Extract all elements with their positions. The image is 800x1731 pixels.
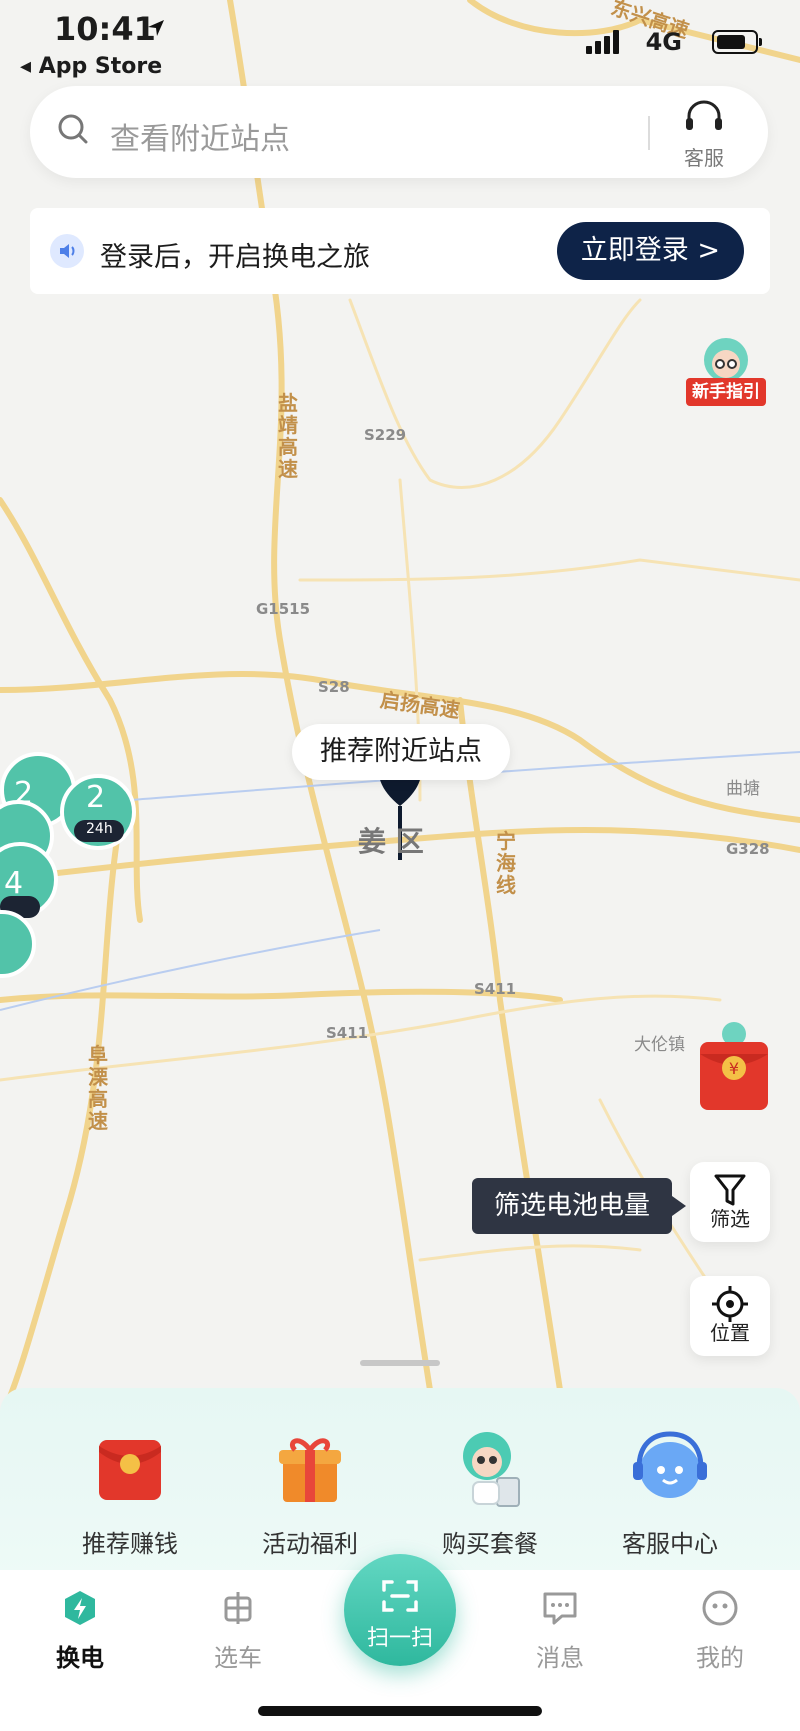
- road-name: 盐靖高速: [278, 391, 298, 481]
- red-packet-widget[interactable]: ¥: [698, 1020, 770, 1116]
- clock: 10:41: [54, 10, 156, 48]
- svg-text:¥: ¥: [729, 1059, 739, 1078]
- tab-label: 消息: [536, 1644, 584, 1672]
- filter-tooltip: 筛选电池电量: [472, 1178, 687, 1234]
- place-label: 大伦镇: [634, 1035, 685, 1055]
- newbie-guide-widget[interactable]: 新手指引: [686, 334, 766, 414]
- tab-label: 换电: [56, 1644, 104, 1672]
- battery-icon: [712, 30, 762, 54]
- scan-icon: [382, 1580, 418, 1612]
- signal-icon: [586, 30, 622, 54]
- tab-label: 选车: [214, 1644, 262, 1672]
- customer-service-label: 客服: [684, 146, 724, 170]
- back-to-app-store[interactable]: ◂ App Store: [20, 54, 162, 79]
- message-icon: [543, 1592, 577, 1625]
- road-code: G1515: [256, 600, 311, 618]
- feature-refer-earn[interactable]: 推荐赚钱: [42, 1422, 218, 1559]
- red-envelope-icon: [99, 1440, 161, 1500]
- feature-label: 活动福利: [262, 1530, 358, 1558]
- tab-label: 我的: [696, 1644, 744, 1672]
- home-indicator[interactable]: [258, 1706, 542, 1716]
- road-code: S411: [326, 1024, 369, 1042]
- road-code: S411: [474, 980, 517, 998]
- station-count: 2: [14, 776, 34, 811]
- feature-label: 推荐赚钱: [82, 1530, 178, 1558]
- mascot-icon: [463, 1432, 520, 1507]
- filter-button[interactable]: 筛选: [690, 1162, 770, 1242]
- road-name: 宁海线: [496, 829, 516, 897]
- road-code: S229: [364, 426, 407, 444]
- feature-service-center[interactable]: 客服中心: [582, 1422, 758, 1559]
- place-label: 曲塘: [726, 779, 760, 799]
- search-input[interactable]: 查看附近站点: [110, 114, 290, 158]
- battery-swap-icon: [65, 1591, 95, 1625]
- red-envelope-icon: ¥: [700, 1022, 768, 1110]
- tab-messages[interactable]: 消息: [500, 1588, 620, 1673]
- locate-button[interactable]: 位置: [690, 1276, 770, 1356]
- search-bar[interactable]: 查看附近站点 客服: [30, 86, 768, 178]
- headset-bot-icon: [633, 1431, 707, 1498]
- drag-handle[interactable]: [360, 1360, 440, 1366]
- location-arrow-icon: [148, 20, 164, 36]
- scan-label: 扫一扫: [366, 1626, 433, 1651]
- login-banner: 登录后，开启换电之旅 立即登录 >: [30, 208, 770, 294]
- search-divider: [648, 116, 650, 150]
- headset-icon: [686, 100, 722, 130]
- road-code: S28: [318, 678, 350, 696]
- station-count: 2: [86, 780, 106, 815]
- nearby-stations-bubble[interactable]: 推荐附近站点: [292, 724, 510, 780]
- filter-label: 筛选: [710, 1207, 750, 1231]
- road-name: 阜溧高速: [88, 1043, 108, 1133]
- road-code: G328: [726, 840, 770, 858]
- tab-battery-swap[interactable]: 换电: [20, 1588, 140, 1673]
- status-bar: 10:41 ◂ App Store 4G: [0, 0, 800, 80]
- feature-activities[interactable]: 活动福利: [222, 1422, 398, 1559]
- profile-icon: [702, 1590, 738, 1626]
- feature-label: 客服中心: [622, 1530, 718, 1558]
- login-now-button[interactable]: 立即登录 >: [556, 222, 744, 280]
- locate-label: 位置: [710, 1321, 750, 1345]
- search-icon: [58, 114, 88, 144]
- login-banner-text: 登录后，开启换电之旅: [100, 242, 370, 273]
- feature-buy-plan[interactable]: 购买套餐: [402, 1422, 578, 1559]
- station-count: 4: [4, 866, 24, 901]
- speaker-icon: [50, 234, 84, 268]
- station-badge: 24h: [86, 821, 113, 837]
- newbie-guide-label: 新手指引: [686, 378, 766, 406]
- tab-profile[interactable]: 我的: [660, 1588, 780, 1673]
- network-type: 4G: [645, 28, 682, 56]
- customer-service-button[interactable]: 客服: [672, 100, 736, 171]
- scan-button[interactable]: 扫一扫: [344, 1554, 456, 1666]
- gift-icon: [279, 1438, 341, 1502]
- feature-label: 购买套餐: [442, 1530, 538, 1558]
- feature-panel: 推荐赚钱 活动福利 购买套餐 客服中心: [0, 1388, 800, 1580]
- district-label: 姜 区: [358, 825, 424, 858]
- scooter-icon: [224, 1592, 252, 1624]
- tab-choose-vehicle[interactable]: 选车: [178, 1588, 298, 1673]
